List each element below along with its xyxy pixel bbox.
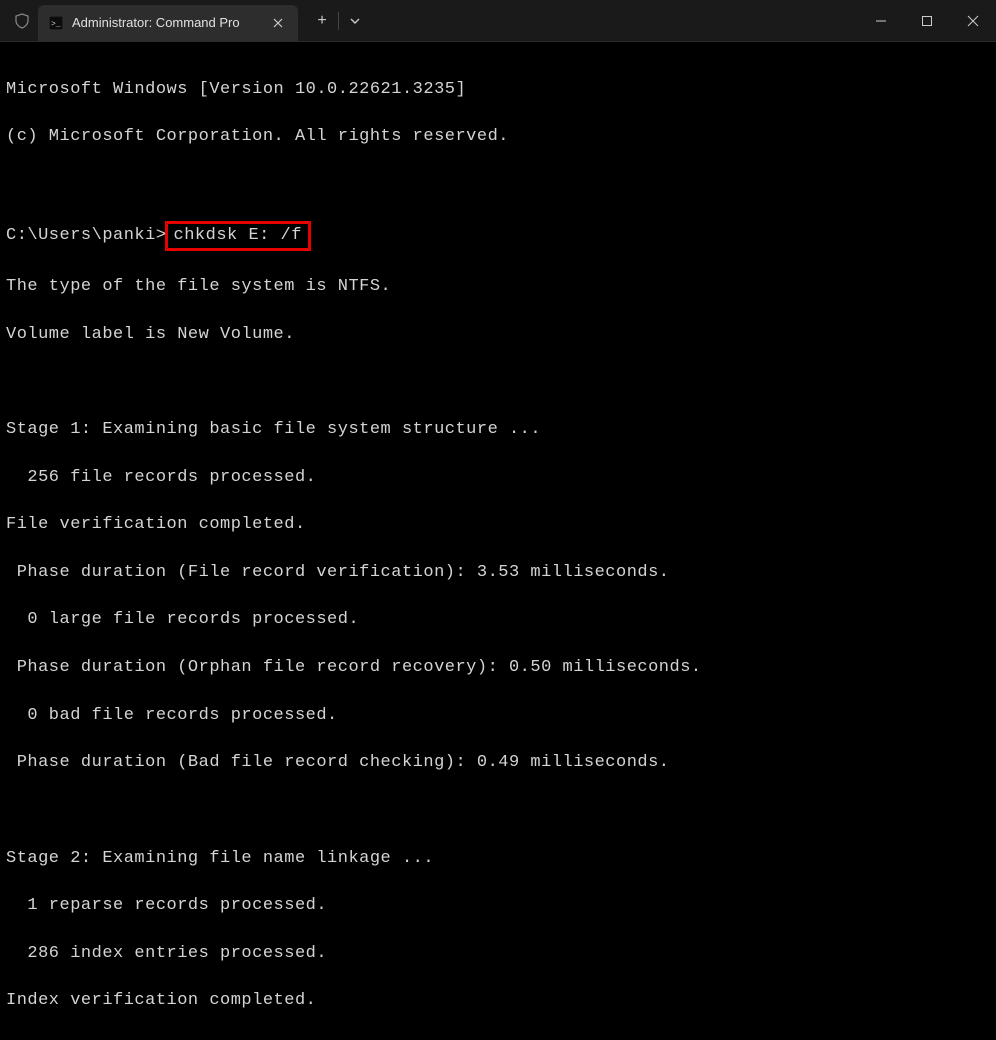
output-line: Volume label is New Volume. bbox=[6, 323, 990, 347]
minimize-button[interactable] bbox=[858, 0, 904, 42]
tab-actions: + bbox=[306, 5, 371, 37]
prompt-line: C:\Users\panki>chkdsk E: /f bbox=[6, 221, 990, 251]
blank-line bbox=[6, 173, 990, 197]
output-line: 286 index entries processed. bbox=[6, 942, 990, 966]
tab-close-button[interactable] bbox=[268, 13, 288, 33]
output-line: Stage 2: Examining file name linkage ... bbox=[6, 847, 990, 871]
output-line: Index verification completed. bbox=[6, 989, 990, 1013]
terminal-tab[interactable]: >_ Administrator: Command Pro bbox=[38, 5, 298, 41]
titlebar: >_ Administrator: Command Pro + bbox=[0, 0, 996, 42]
admin-shield-icon bbox=[12, 11, 32, 31]
tab-title: Administrator: Command Pro bbox=[72, 15, 260, 30]
cmd-icon: >_ bbox=[48, 15, 64, 31]
output-line: Phase duration (File record verification… bbox=[6, 561, 990, 585]
maximize-button[interactable] bbox=[904, 0, 950, 42]
command-highlight: chkdsk E: /f bbox=[165, 221, 311, 251]
tab-dropdown-button[interactable] bbox=[339, 5, 371, 37]
prompt: C:\Users\panki> bbox=[6, 224, 167, 248]
terminal-output: Microsoft Windows [Version 10.0.22621.32… bbox=[0, 42, 996, 1040]
output-line: Phase duration (Bad file record checking… bbox=[6, 751, 990, 775]
output-line: 0 large file records processed. bbox=[6, 608, 990, 632]
new-tab-button[interactable]: + bbox=[306, 5, 338, 37]
svg-text:>_: >_ bbox=[51, 20, 61, 29]
window-controls bbox=[858, 0, 996, 41]
blank-line bbox=[6, 370, 990, 394]
output-line: (c) Microsoft Corporation. All rights re… bbox=[6, 125, 990, 149]
output-line: Microsoft Windows [Version 10.0.22621.32… bbox=[6, 78, 990, 102]
output-line: File verification completed. bbox=[6, 513, 990, 537]
output-line: Phase duration (Orphan file record recov… bbox=[6, 656, 990, 680]
blank-line bbox=[6, 799, 990, 823]
output-line: 1 reparse records processed. bbox=[6, 894, 990, 918]
output-line: 0 bad file records processed. bbox=[6, 704, 990, 728]
output-line: Stage 1: Examining basic file system str… bbox=[6, 418, 990, 442]
output-line: The type of the file system is NTFS. bbox=[6, 275, 990, 299]
close-window-button[interactable] bbox=[950, 0, 996, 42]
output-line: 256 file records processed. bbox=[6, 466, 990, 490]
